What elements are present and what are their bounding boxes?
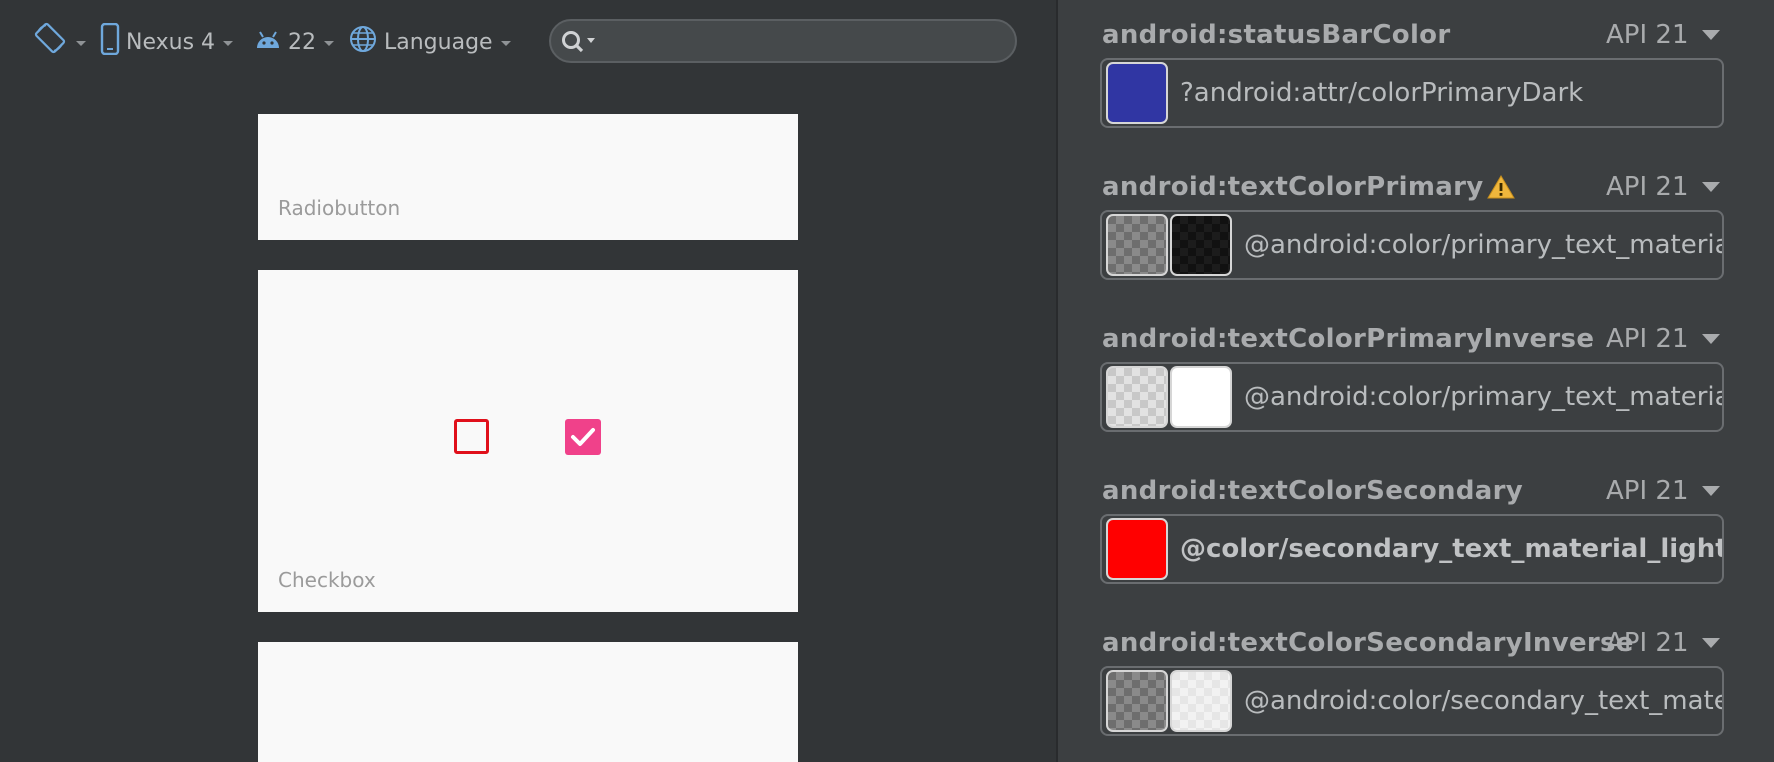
attribute-name-label: android:textColorSecondary: [1102, 476, 1523, 506]
phone-icon: [100, 22, 120, 61]
attribute-name: android:textColorPrimaryInverse: [1102, 324, 1594, 354]
api-level-label: API 21: [1606, 628, 1689, 658]
attribute-value-field[interactable]: @android:color/primary_text_material_lig…: [1100, 210, 1724, 280]
globe-icon: [348, 24, 378, 60]
attribute-name: android:textColorSecondary: [1102, 476, 1523, 506]
orientation-dropdown[interactable]: [34, 22, 86, 62]
attribute-name-label: android:textColorPrimary: [1102, 172, 1484, 202]
language-label: Language: [384, 29, 493, 55]
api-level-dropdown[interactable]: API 21: [1606, 628, 1721, 658]
card-label: Checkbox: [278, 568, 376, 592]
search-input[interactable]: [549, 19, 1017, 63]
device-dropdown[interactable]: Nexus 4: [100, 22, 234, 62]
card-label: Radiobutton: [278, 196, 401, 220]
attribute-name: android:textColorPrimary: [1102, 172, 1516, 202]
attribute-value-field[interactable]: @color/secondary_text_material_light: [1100, 514, 1724, 584]
android-icon: [254, 28, 282, 56]
api-level-dropdown[interactable]: API 21: [1606, 172, 1721, 202]
device-label: Nexus 4: [126, 29, 216, 55]
color-swatch[interactable]: [1106, 214, 1168, 276]
attribute-name-label: android:statusBarColor: [1102, 20, 1451, 50]
attribute-name: android:statusBarColor: [1102, 20, 1450, 50]
dropdown-arrow-icon: [1702, 638, 1721, 648]
api-level-dropdown[interactable]: 22: [254, 22, 334, 62]
language-dropdown[interactable]: Language: [348, 22, 511, 62]
attribute-value-field[interactable]: @android:color/primary_text_material_dar…: [1100, 362, 1724, 432]
color-swatch[interactable]: [1106, 670, 1168, 732]
dropdown-arrow-icon: [1702, 182, 1721, 192]
chevron-down-icon: [223, 41, 234, 46]
color-swatch[interactable]: [1106, 518, 1168, 580]
api-level-dropdown[interactable]: API 21: [1606, 324, 1721, 354]
attribute-value: ?android:attr/colorPrimaryDark: [1180, 78, 1584, 108]
warning-icon[interactable]: [1487, 174, 1516, 200]
theme-attributes-panel: android:statusBarColor API 21 ?android:att…: [1058, 0, 1774, 762]
chevron-down-icon: [324, 41, 334, 46]
dropdown-arrow-icon: [1702, 30, 1721, 40]
layout-preview: Nexus 4 22 Language Radiobutton Checkbox: [0, 0, 1056, 762]
api-level-dropdown[interactable]: API 21: [1606, 476, 1721, 506]
api-level-label: API 21: [1606, 324, 1689, 354]
color-swatch[interactable]: [1106, 62, 1168, 124]
preview-toolbar: Nexus 4 22 Language: [0, 0, 1056, 82]
color-swatch[interactable]: [1106, 366, 1168, 428]
api-level-dropdown[interactable]: API 21: [1606, 20, 1721, 50]
attribute-value: @android:color/primary_text_material_dar…: [1244, 382, 1722, 412]
api-level-label: API 21: [1606, 476, 1689, 506]
chevron-down-icon: [500, 41, 511, 46]
color-swatch[interactable]: [1170, 366, 1232, 428]
attribute-value-field[interactable]: @android:color/secondary_text_material_d…: [1100, 666, 1724, 736]
api-level-label: API 21: [1606, 172, 1689, 202]
api-label: 22: [288, 29, 316, 55]
color-swatch[interactable]: [1170, 670, 1232, 732]
checked-checkbox[interactable]: [565, 419, 601, 455]
dropdown-arrow-icon: [1702, 486, 1721, 496]
attribute-value: @android:color/primary_text_material_lig…: [1244, 230, 1722, 260]
color-swatch[interactable]: [1170, 214, 1232, 276]
api-level-label: API 21: [1606, 20, 1689, 50]
unchecked-checkbox[interactable]: [454, 419, 489, 454]
attribute-value: @color/secondary_text_material_light: [1180, 534, 1724, 564]
attribute-name-label: android:textColorSecondaryInverse: [1102, 628, 1634, 658]
checkbox-preview-card: Checkbox: [258, 270, 798, 612]
attribute-name-label: android:textColorPrimaryInverse: [1102, 324, 1595, 354]
attribute-value-field[interactable]: ?android:attr/colorPrimaryDark: [1100, 58, 1724, 128]
attribute-name: android:textColorSecondaryInverse: [1102, 628, 1634, 658]
preview-card: [258, 642, 798, 762]
dropdown-arrow-icon: [1702, 334, 1721, 344]
checkmark-icon: [571, 428, 595, 446]
attribute-value: @android:color/secondary_text_material_d…: [1244, 686, 1722, 716]
radiobutton-preview-card: Radiobutton: [258, 114, 798, 240]
chevron-down-icon: [76, 41, 86, 46]
rotate-device-icon: [34, 22, 68, 62]
